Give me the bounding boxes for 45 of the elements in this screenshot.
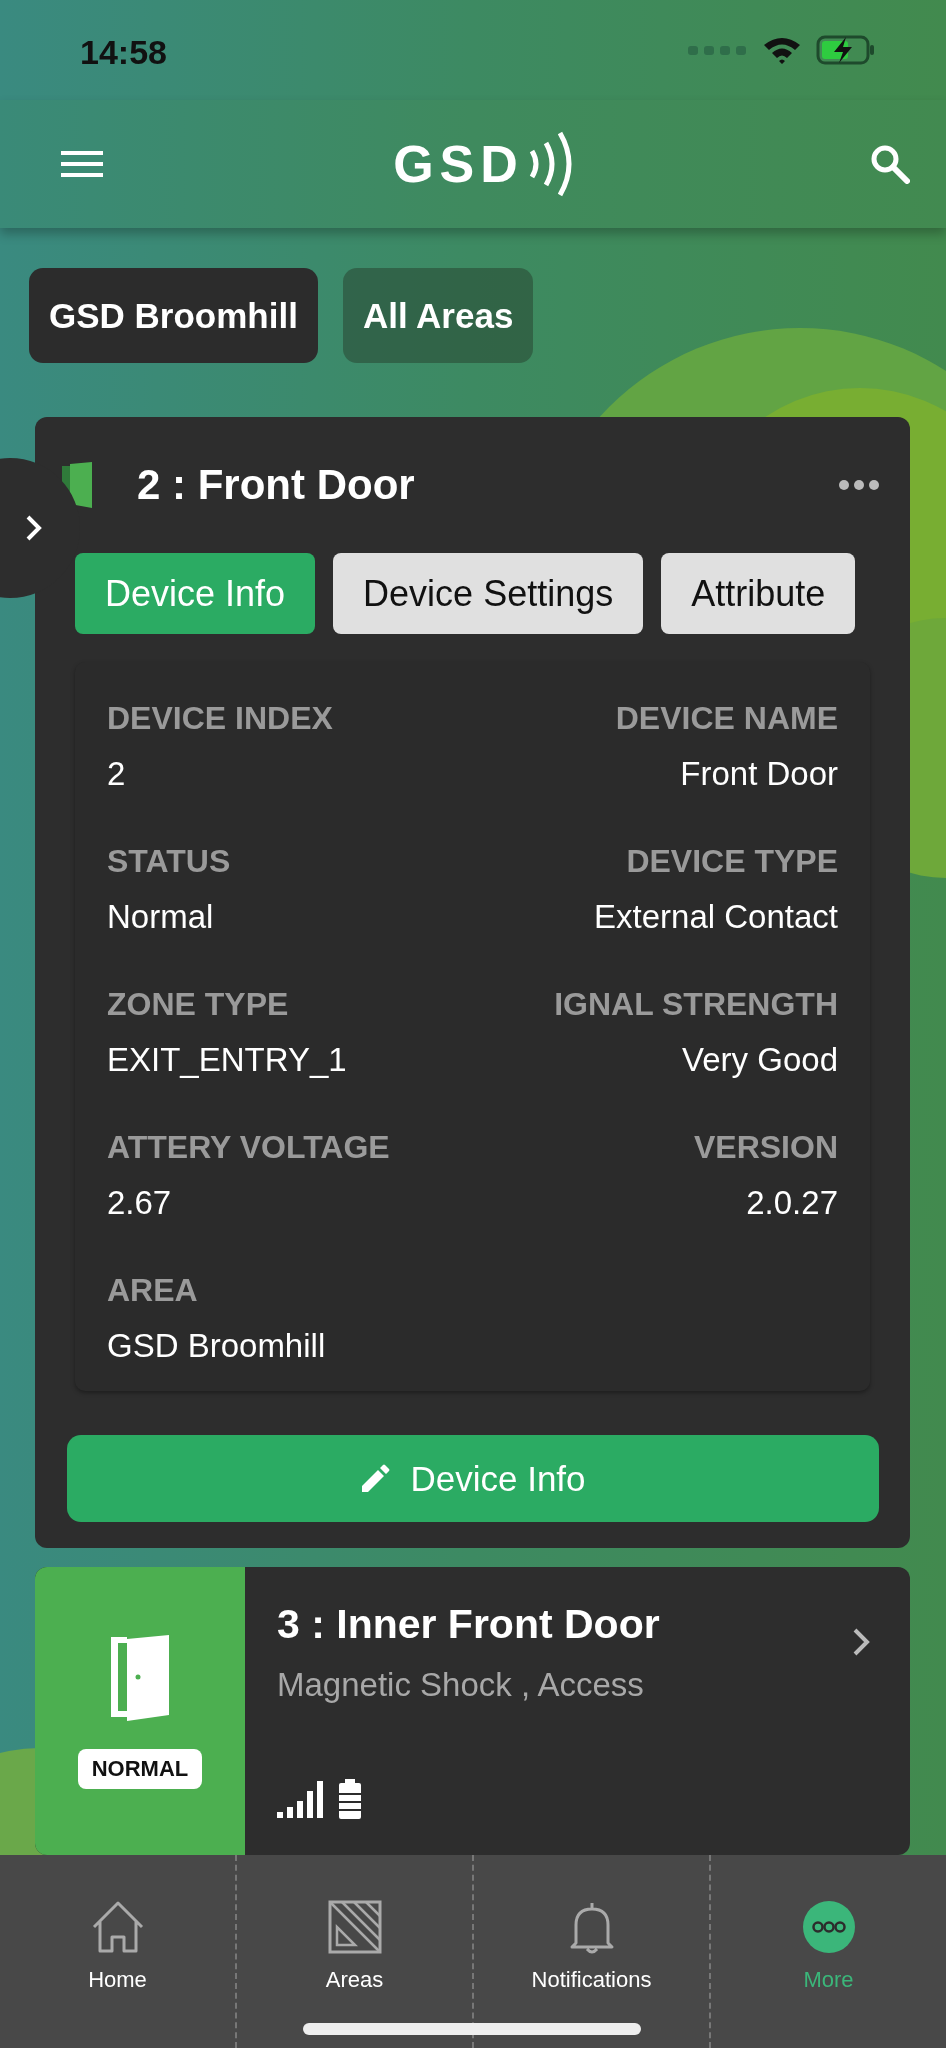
nav-tab[interactable]: More bbox=[709, 1855, 946, 2048]
field-label: ATTERY VOLTAGE bbox=[107, 1129, 391, 1166]
wifi-icon bbox=[762, 35, 802, 65]
field-label: STATUS bbox=[107, 843, 232, 880]
status-badge: NORMAL bbox=[77, 1749, 203, 1789]
search-icon[interactable] bbox=[870, 144, 910, 184]
cellular-signal-icon bbox=[688, 44, 748, 56]
battery-icon bbox=[339, 1779, 361, 1819]
field-value: Normal bbox=[107, 898, 215, 936]
device-title: 2 : Front Door bbox=[137, 461, 416, 509]
device-title: 3 : Inner Front Door bbox=[277, 1601, 660, 1648]
chevron-right-icon bbox=[852, 1627, 870, 1657]
device-subtitle: Magnetic Shock , Access bbox=[277, 1666, 644, 1704]
device-tab[interactable]: Attribute bbox=[661, 553, 856, 634]
field-value: 2.0.27 bbox=[746, 1184, 838, 1222]
field-value: Very Good bbox=[682, 1041, 838, 1079]
field-label: AREA bbox=[107, 1272, 199, 1309]
logo-text: GSD bbox=[393, 134, 524, 194]
field-label: DEVICE TYPE bbox=[626, 843, 838, 880]
battery-charging-icon bbox=[816, 35, 876, 65]
area-filter-chip[interactable]: GSD Broomhill bbox=[29, 268, 318, 363]
field-value: GSD Broomhill bbox=[107, 1327, 327, 1365]
pencil-icon bbox=[360, 1463, 391, 1494]
device-list-card[interactable]: NORMAL 3 : Inner Front Door Magnetic Shock , Access bbox=[35, 1567, 910, 1855]
set-square-icon bbox=[326, 1899, 383, 1955]
device-tab[interactable]: Device Settings bbox=[333, 553, 644, 634]
signal-bars-icon bbox=[277, 1779, 325, 1819]
status-time: 14:58 bbox=[80, 31, 167, 72]
open-door-icon bbox=[111, 1633, 169, 1723]
field-label: IGNAL STRENGTH bbox=[554, 986, 838, 1023]
field-value: 2.67 bbox=[107, 1184, 173, 1222]
field-value: 2 bbox=[107, 755, 127, 793]
field-value: Front Door bbox=[680, 755, 838, 793]
field-value: External Contact bbox=[594, 898, 838, 936]
nav-tab[interactable]: Home bbox=[0, 1855, 235, 2048]
more-options-icon[interactable] bbox=[838, 479, 880, 491]
field-label: VERSION bbox=[693, 1129, 838, 1166]
more-icon bbox=[800, 1899, 857, 1955]
area-filter-chip[interactable]: All Areas bbox=[342, 268, 534, 363]
field-value: EXIT_ENTRY_1 bbox=[107, 1041, 348, 1079]
menu-icon[interactable] bbox=[61, 149, 103, 179]
field-label: DEVICE NAME bbox=[615, 700, 838, 737]
field-label: ZONE TYPE bbox=[107, 986, 290, 1023]
field-label: DEVICE INDEX bbox=[107, 700, 334, 737]
chevron-right-icon bbox=[25, 514, 43, 542]
